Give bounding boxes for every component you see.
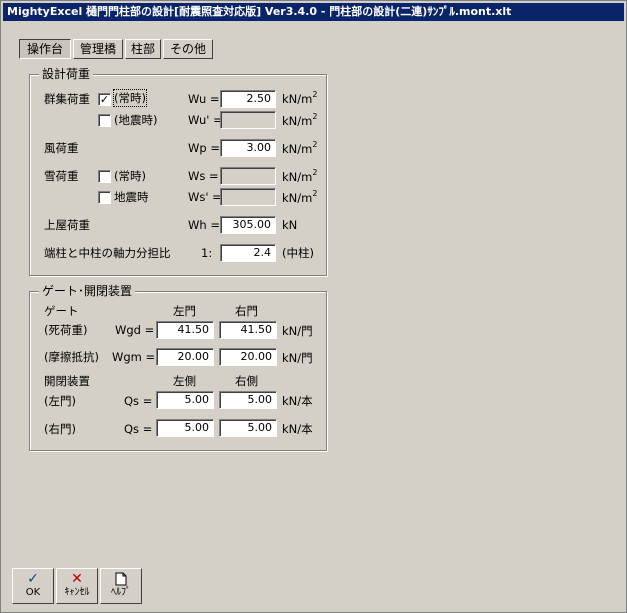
wgm-left-input[interactable]: 20.00 (156, 348, 214, 366)
tab-bridge[interactable]: 管理橋 (73, 39, 123, 59)
close-icon: ✕ (71, 571, 83, 587)
left-gate-label: (左門) (44, 394, 76, 408)
gate-legend: ゲート･開閉装置 (39, 284, 136, 298)
qs-leftgate-right-input[interactable]: 5.00 (219, 391, 277, 409)
design-load-legend: 設計荷重 (39, 67, 94, 81)
snow-normal-label: (常時) (114, 169, 146, 183)
wgm-right-input[interactable]: 20.00 (219, 348, 277, 366)
right-gate-label: (右門) (44, 422, 76, 436)
wp-input[interactable]: 3.00 (220, 139, 276, 157)
dead-load-label: (死荷重) (44, 323, 88, 337)
wh-var: Wh = (188, 218, 220, 232)
col-right-side: 右側 (235, 374, 258, 388)
ws-unit: kN/m2 (282, 168, 318, 185)
qs-leftgate-left-input[interactable]: 5.00 (156, 391, 214, 409)
wind-load-label: 風荷重 (44, 141, 79, 155)
cancel-button[interactable]: ✕ ｷｬﾝｾﾙ (56, 568, 98, 604)
wgd-var: Wgd = (115, 323, 155, 337)
wu-quake-unit: kN/m2 (282, 112, 318, 129)
roof-load-label: 上屋荷重 (44, 218, 90, 232)
snow-quake-label: 地震時 (114, 190, 149, 204)
qs-right-var: Qs = (124, 422, 153, 436)
document-icon (101, 569, 141, 587)
crowd-normal-checkbox[interactable]: ✓ (98, 93, 111, 106)
help-button[interactable]: ﾍﾙﾌﾟ (100, 568, 142, 604)
wgd-right-input[interactable]: 41.50 (219, 321, 277, 339)
snow-normal-checkbox[interactable] (98, 170, 111, 183)
ws-quake-input[interactable] (220, 188, 276, 206)
tab-operation-deck[interactable]: 操作台 (19, 39, 71, 59)
title-bar: MightyExcel 樋門門柱部の設計[耐震照査対応版] Ver3.4.0 -… (3, 3, 624, 21)
dialog-window: MightyExcel 樋門門柱部の設計[耐震照査対応版] Ver3.4.0 -… (0, 0, 627, 613)
snow-quake-checkbox[interactable] (98, 191, 111, 204)
ratio-unit: (中柱) (282, 246, 314, 260)
wgd-unit: kN/門 (282, 324, 313, 338)
gate-label: ゲート (44, 304, 79, 318)
ws-var: Ws = (188, 169, 219, 183)
wh-input[interactable]: 305.00 (220, 216, 276, 234)
qs-rightgate-left-input[interactable]: 5.00 (156, 419, 214, 437)
friction-label: (摩擦抵抗) (44, 350, 99, 364)
ws-quake-var: Ws' = (188, 190, 222, 204)
crowd-load-label: 群集荷重 (44, 92, 90, 106)
ratio-var: 1: (201, 246, 213, 260)
tab-column[interactable]: 柱部 (125, 39, 161, 59)
col-right-gate: 右門 (235, 304, 258, 318)
wgd-left-input[interactable]: 41.50 (156, 321, 214, 339)
tab-other[interactable]: その他 (163, 39, 213, 59)
qs-left-unit: kN/本 (282, 394, 313, 408)
wu-quake-var: Wu' = (188, 113, 223, 127)
wgm-var: Wgm = (112, 350, 156, 364)
ratio-label: 端柱と中柱の軸力分担比 (44, 246, 171, 260)
ws-quake-unit: kN/m2 (282, 189, 318, 206)
crowd-normal-label: (常時) (113, 89, 147, 107)
crowd-quake-checkbox[interactable] (98, 114, 111, 127)
device-label: 開閉装置 (44, 374, 90, 388)
checkmark-icon: ✓ (27, 571, 39, 587)
wp-var: Wp = (188, 141, 220, 155)
col-left-side: 左側 (173, 374, 196, 388)
qs-rightgate-right-input[interactable]: 5.00 (219, 419, 277, 437)
wu-input[interactable]: 2.50 (220, 90, 276, 108)
ratio-input[interactable]: 2.4 (220, 244, 276, 262)
wh-unit: kN (282, 218, 298, 232)
wu-var: Wu = (188, 92, 220, 106)
ok-button[interactable]: ✓ OK (12, 568, 54, 604)
wgm-unit: kN/門 (282, 351, 313, 365)
qs-right-unit: kN/本 (282, 422, 313, 436)
qs-left-var: Qs = (124, 394, 153, 408)
crowd-quake-label: (地震時) (114, 113, 158, 127)
ws-input[interactable] (220, 167, 276, 185)
wp-unit: kN/m2 (282, 140, 318, 157)
wu-unit: kN/m2 (282, 90, 318, 107)
col-left-gate: 左門 (173, 304, 196, 318)
snow-load-label: 雪荷重 (44, 169, 79, 183)
wu-quake-input[interactable] (220, 111, 276, 129)
